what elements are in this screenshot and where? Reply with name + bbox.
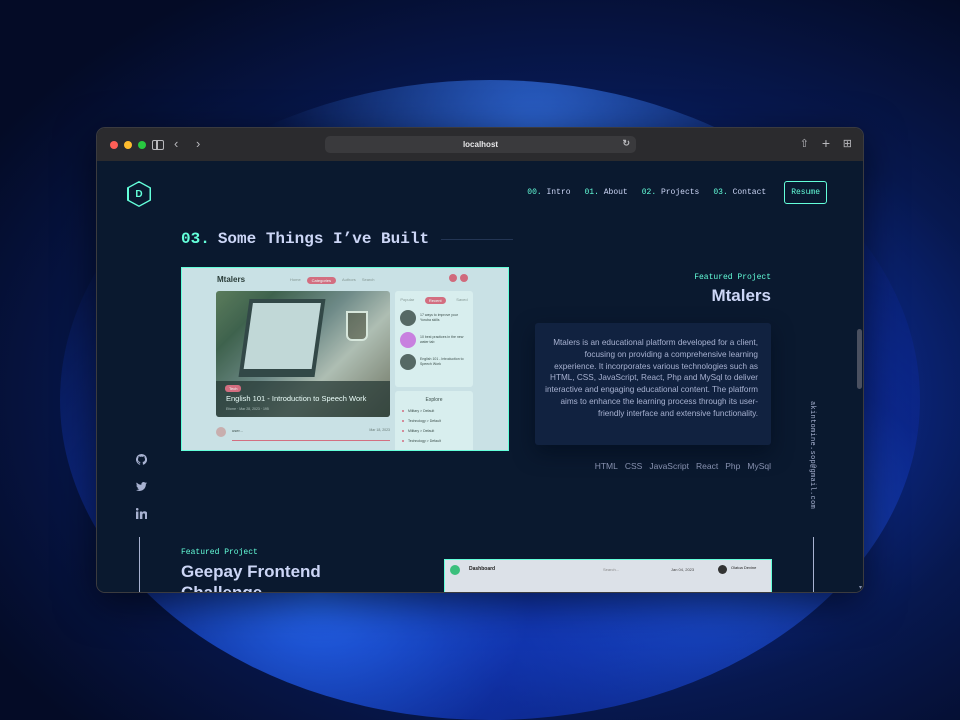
section-number: 03.	[181, 230, 210, 248]
featured-project-label: Featured Project	[181, 548, 258, 557]
twitter-icon[interactable]	[134, 481, 148, 495]
forward-icon[interactable]: ›	[196, 136, 200, 152]
project-tech-list: HTML CSS JavaScript React Php MySql	[595, 461, 771, 471]
avatar	[718, 565, 727, 574]
social-links	[134, 453, 148, 522]
project-image-mtalers[interactable]: Mtalers Home Categories Authors Search T…	[181, 267, 509, 451]
tech-item: HTML	[594, 461, 618, 471]
right-vertical-line	[813, 537, 814, 592]
left-vertical-line	[139, 537, 140, 592]
tech-item: JavaScript	[649, 461, 690, 471]
project-title-geepay[interactable]: Geepay Frontend Challenge	[181, 561, 381, 592]
page-scrollbar[interactable]: ▾	[855, 161, 863, 592]
new-tab-icon[interactable]: +	[822, 135, 830, 151]
share-icon[interactable]: ⇧	[800, 136, 809, 152]
main-nav: 00. Intro 01. About 02. Projects 03. Con…	[527, 181, 827, 204]
logo-letter: D	[135, 188, 143, 200]
back-icon[interactable]: ‹	[174, 136, 178, 152]
project-title-mtalers[interactable]: Mtalers	[711, 286, 771, 306]
project-image-geepay[interactable]: Dashboard Search... Jan 04, 2023 Olatoa …	[444, 559, 772, 592]
address-bar[interactable]: localhost ↻	[325, 136, 636, 153]
github-icon[interactable]	[134, 453, 148, 468]
email-link[interactable]: akintomine.sop@gmail.com	[808, 401, 816, 509]
url-text: localhost	[462, 140, 499, 149]
browser-window: ‹ › localhost ↻ ⇧ + ⊞ D 00. Intro 01. Ab…	[96, 127, 864, 593]
tech-item: Php	[725, 461, 741, 471]
tech-item: MySql	[747, 461, 771, 471]
tech-item: CSS	[624, 461, 643, 471]
heading-divider	[441, 238, 514, 240]
maximize-window-button[interactable]	[138, 140, 146, 149]
site-logo[interactable]: D	[127, 181, 151, 207]
nav-item-about[interactable]: 01. About	[585, 188, 628, 197]
section-title: Some Things I’ve Built	[217, 230, 430, 248]
linkedin-icon[interactable]	[134, 508, 148, 522]
dashboard-date: Jan 04, 2023	[671, 567, 695, 572]
close-window-button[interactable]	[110, 140, 118, 149]
nav-item-projects[interactable]: 02. Projects	[642, 188, 700, 197]
featured-project-label: Featured Project	[694, 273, 771, 282]
section-heading: 03. Some Things I’ve Built	[181, 230, 514, 248]
browser-toolbar: ‹ › localhost ↻ ⇧ + ⊞	[97, 128, 863, 161]
nav-item-contact[interactable]: 03. Contact	[713, 188, 766, 197]
dashboard-title: Dashboard	[469, 566, 496, 572]
minimize-window-button[interactable]	[124, 140, 132, 149]
scroll-down-icon[interactable]: ▾	[859, 584, 862, 591]
window-controls	[110, 140, 146, 149]
resume-button[interactable]: Resume	[784, 181, 827, 204]
reload-icon[interactable]: ↻	[622, 138, 630, 149]
dashboard-user: Olatoa Devine	[731, 565, 757, 570]
page-content: D 00. Intro 01. About 02. Projects 03. C…	[97, 161, 863, 592]
project-description-text: Mtalers is an educational platform devel…	[545, 338, 758, 418]
dashboard-search: Search...	[603, 567, 620, 572]
dashboard-logo-icon	[450, 565, 460, 575]
tab-overview-icon[interactable]: ⊞	[843, 136, 852, 152]
tech-item: React	[696, 461, 719, 471]
project-description: Mtalers is an educational platform devel…	[535, 323, 771, 445]
scrollbar-thumb[interactable]	[857, 329, 862, 389]
nav-item-intro[interactable]: 00. Intro	[527, 188, 570, 197]
sidebar-toggle-icon[interactable]	[152, 140, 164, 150]
